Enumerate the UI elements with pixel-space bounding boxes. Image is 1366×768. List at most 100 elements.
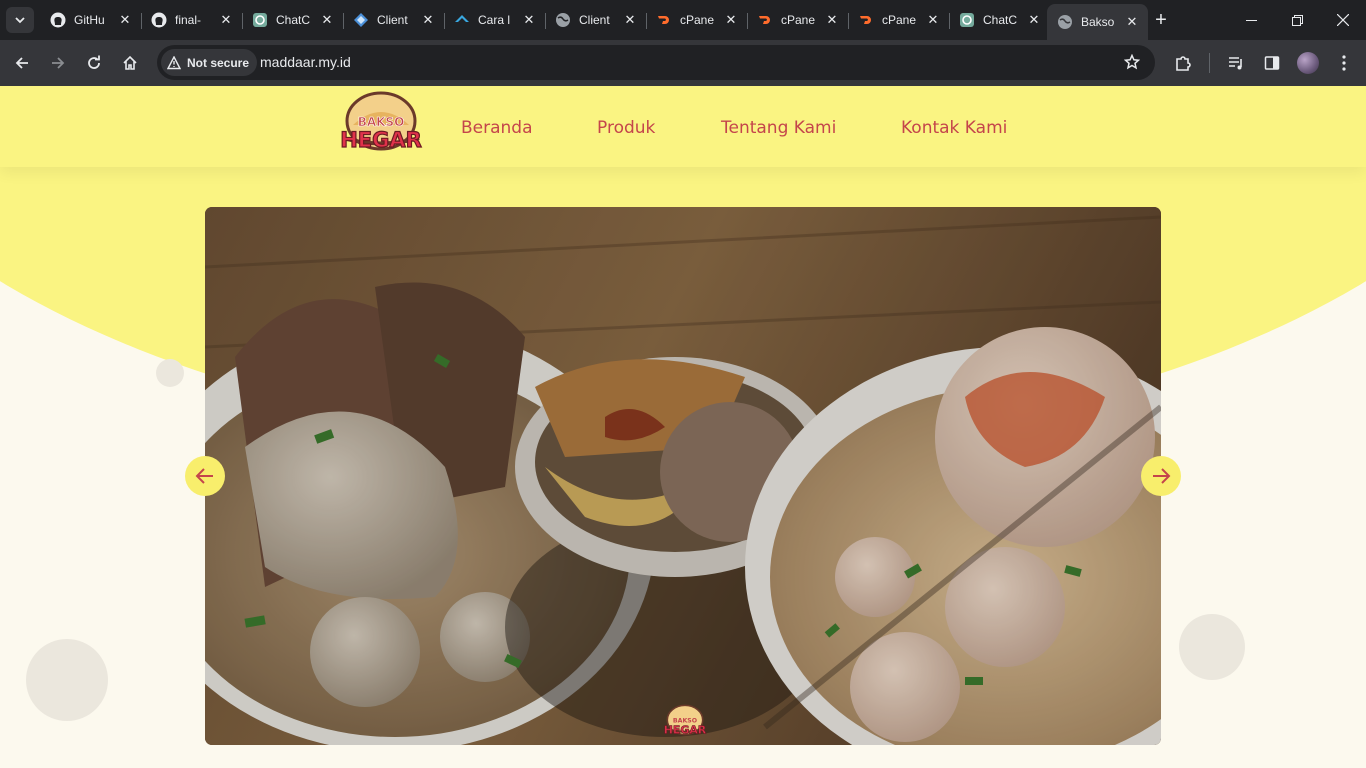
security-chip[interactable]: Not secure — [161, 49, 258, 76]
browser-toolbar: Not secure maddaar.my.id — [0, 40, 1366, 86]
cpanel-icon — [656, 12, 672, 28]
cpanel-icon — [858, 12, 874, 28]
client-icon — [353, 12, 369, 28]
slider-prev-button[interactable] — [185, 456, 225, 496]
tab-client-2[interactable]: Client ✕ — [545, 4, 646, 36]
close-icon[interactable]: ✕ — [925, 12, 941, 28]
website-viewport: BAKSO HEGAR Beranda Produk Tentang Kami … — [0, 86, 1366, 768]
tab-title: cPane — [781, 13, 816, 27]
close-icon[interactable]: ✕ — [319, 12, 335, 28]
site-navbar: BAKSO HEGAR Beranda Produk Tentang Kami … — [0, 86, 1366, 167]
tab-title: ChatC — [276, 13, 311, 27]
logo-text-top: BAKSO — [358, 115, 405, 129]
tab-separator — [444, 13, 445, 29]
decorative-circle — [156, 359, 184, 387]
close-icon[interactable]: ✕ — [723, 12, 739, 28]
close-window-button[interactable] — [1320, 0, 1366, 40]
tab-search-button[interactable] — [6, 7, 34, 33]
close-icon[interactable]: ✕ — [1124, 14, 1140, 30]
chevron-down-icon — [15, 17, 25, 24]
side-panel-button[interactable] — [1260, 51, 1284, 75]
close-icon[interactable]: ✕ — [218, 12, 234, 28]
close-icon[interactable]: ✕ — [622, 12, 638, 28]
hero-image-slider[interactable]: BAKSO HEGAR — [205, 207, 1161, 745]
tab-chatgpt-2[interactable]: ChatC ✕ — [949, 4, 1050, 36]
address-bar[interactable]: Not secure maddaar.my.id — [157, 45, 1155, 80]
profile-avatar[interactable] — [1297, 52, 1319, 74]
tab-title: cPane — [882, 13, 917, 27]
arrow-right-icon — [52, 57, 65, 69]
warning-icon — [167, 55, 181, 69]
minimize-button[interactable] — [1228, 0, 1274, 40]
tab-client-1[interactable]: Client ✕ — [343, 4, 444, 36]
url-text[interactable]: maddaar.my.id — [260, 54, 351, 70]
tab-cpanel-3[interactable]: cPane ✕ — [848, 4, 949, 36]
tab-title: Cara l — [478, 13, 511, 27]
toolbar-divider — [1209, 53, 1210, 73]
reload-icon — [88, 55, 100, 69]
restore-button[interactable] — [1274, 0, 1320, 40]
arrow-right-icon — [1153, 468, 1171, 484]
forward-button[interactable] — [46, 51, 70, 75]
close-icon[interactable]: ✕ — [824, 12, 840, 28]
tab-github-2[interactable]: final- ✕ — [141, 4, 242, 36]
menu-button[interactable] — [1332, 51, 1356, 75]
bookmark-button[interactable] — [1121, 51, 1143, 73]
tab-cpanel-2[interactable]: cPane ✕ — [747, 4, 848, 36]
tab-cpanel-1[interactable]: cPane ✕ — [646, 4, 747, 36]
tab-separator — [343, 13, 344, 29]
nav-beranda[interactable]: Beranda — [461, 118, 533, 138]
nav-produk[interactable]: Produk — [597, 118, 655, 138]
tab-title: ChatC — [983, 13, 1018, 27]
tab-title: GitHu — [74, 13, 105, 27]
watermark-text-bottom: HEGAR — [664, 724, 707, 737]
tab-bakso-active[interactable]: Bakso ✕ — [1047, 4, 1148, 40]
tab-title: Client — [579, 13, 610, 27]
puzzle-icon — [1176, 56, 1191, 71]
close-icon[interactable]: ✕ — [521, 12, 537, 28]
close-icon[interactable]: ✕ — [117, 12, 133, 28]
home-icon — [123, 55, 137, 70]
cara-icon — [454, 12, 470, 28]
nav-tentang-kami[interactable]: Tentang Kami — [721, 118, 836, 138]
logo-text-bottom: HEGAR — [340, 128, 422, 152]
cpanel-icon — [757, 12, 773, 28]
more-vertical-icon — [1342, 55, 1346, 71]
tab-cara[interactable]: Cara l ✕ — [444, 4, 545, 36]
decorative-circle — [1179, 614, 1245, 680]
back-button[interactable] — [10, 51, 34, 75]
media-control-button[interactable] — [1224, 51, 1248, 75]
restore-icon — [1291, 14, 1303, 26]
minimize-icon — [1245, 19, 1257, 21]
close-icon[interactable]: ✕ — [420, 12, 436, 28]
close-icon — [1337, 14, 1349, 26]
decorative-circle — [26, 639, 108, 721]
reload-button[interactable] — [82, 51, 106, 75]
new-tab-button[interactable]: + — [1150, 9, 1172, 31]
tab-separator — [949, 13, 950, 29]
tab-separator — [141, 13, 142, 29]
slider-next-button[interactable] — [1141, 456, 1181, 496]
home-button[interactable] — [118, 51, 142, 75]
tab-title: Bakso — [1081, 15, 1115, 29]
extensions-button[interactable] — [1171, 51, 1195, 75]
tab-separator — [646, 13, 647, 29]
tab-separator — [848, 13, 849, 29]
github-icon — [50, 12, 66, 28]
slide-watermark-logo: BAKSO HEGAR — [660, 704, 710, 738]
arrow-left-icon — [195, 468, 213, 484]
tab-separator — [242, 13, 243, 29]
tab-github-1[interactable]: GitHu ✕ — [40, 4, 141, 36]
tab-title: Client — [377, 13, 408, 27]
close-icon[interactable]: ✕ — [1026, 12, 1042, 28]
tab-strip: GitHu ✕ final- ✕ ChatC ✕ Client ✕ Cara l… — [0, 0, 1366, 40]
github-icon — [151, 12, 167, 28]
chatgpt-icon — [252, 12, 268, 28]
tab-separator — [545, 13, 546, 29]
tab-title: cPane — [680, 13, 715, 27]
tab-chatgpt-1[interactable]: ChatC ✕ — [242, 4, 343, 36]
star-icon — [1124, 54, 1140, 70]
nav-kontak-kami[interactable]: Kontak Kami — [901, 118, 1007, 138]
site-logo[interactable]: BAKSO HEGAR — [333, 91, 429, 155]
chatgpt-icon — [959, 12, 975, 28]
